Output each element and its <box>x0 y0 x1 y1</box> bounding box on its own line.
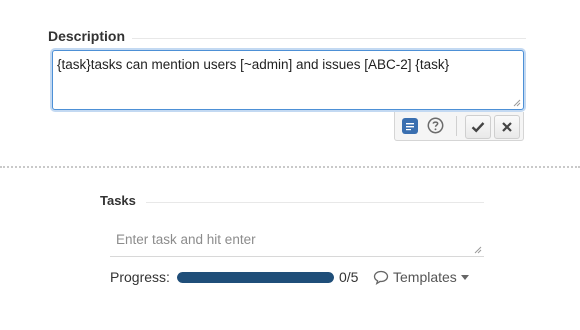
progress-count: 0/5 <box>339 269 359 285</box>
wiki-format-button[interactable] <box>402 118 418 134</box>
progress-bar <box>177 272 334 283</box>
speech-bubble-icon <box>373 270 389 285</box>
close-icon <box>502 122 512 132</box>
tasks-divider <box>146 202 484 203</box>
templates-label: Templates <box>393 269 457 285</box>
progress-label: Progress: <box>110 269 170 285</box>
question-circle-icon <box>427 117 444 134</box>
toolbar-separator <box>456 116 457 136</box>
description-divider <box>132 38 526 39</box>
cancel-button[interactable] <box>494 115 520 139</box>
description-text: {task}tasks can mention users [~admin] a… <box>57 57 450 72</box>
wiki-format-icon <box>406 123 414 131</box>
resize-grip-icon[interactable] <box>513 99 521 107</box>
resize-grip-icon[interactable] <box>474 246 482 254</box>
description-heading: Description <box>48 28 126 44</box>
confirm-button[interactable] <box>465 115 491 139</box>
section-divider <box>0 166 580 168</box>
checkmark-icon <box>471 122 485 133</box>
tasks-heading: Tasks <box>100 193 136 208</box>
task-input[interactable] <box>116 229 476 249</box>
progress-bar-fill <box>177 272 334 283</box>
help-button[interactable] <box>427 117 444 134</box>
templates-dropdown[interactable]: Templates <box>373 268 469 286</box>
caret-down-icon <box>460 274 469 280</box>
